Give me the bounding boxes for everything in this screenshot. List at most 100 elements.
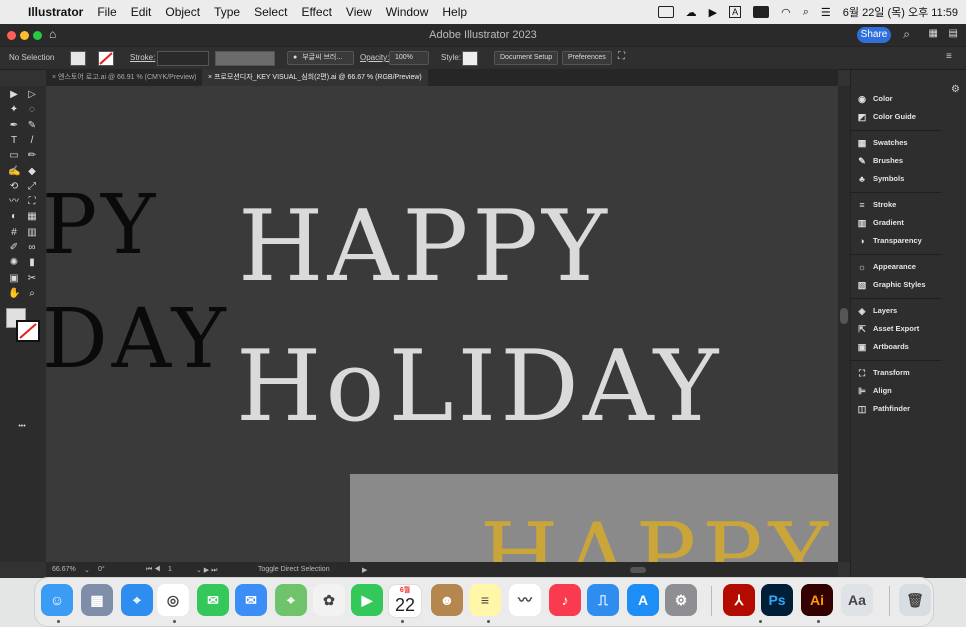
play-icon[interactable]: ▶ — [709, 6, 717, 19]
artboard-number[interactable]: 1 — [168, 566, 172, 573]
menu-file[interactable]: File — [97, 5, 116, 19]
headline-holiday[interactable]: HoLIDAY — [236, 330, 722, 444]
shaper-tool-icon[interactable]: ✍ — [8, 166, 20, 177]
menu-app-name[interactable]: Illustrator — [28, 5, 83, 19]
perspective-grid-tool-icon[interactable]: ▦ — [26, 212, 38, 222]
menu-effect[interactable]: Effect — [301, 5, 331, 19]
acrobat-icon[interactable]: ⅄ — [723, 584, 755, 616]
panel-item-symbols[interactable]: ♣ Symbols — [857, 172, 947, 186]
panel-item-stroke[interactable]: ≡ Stroke — [857, 198, 947, 212]
keynote-icon[interactable]: ⎍ — [587, 584, 619, 616]
illustrator-icon[interactable]: Ai — [801, 584, 833, 616]
artboard-next-icon[interactable]: ⌄ ▶ ⏭ — [196, 566, 217, 575]
blend-tool-icon[interactable]: ∞ — [26, 243, 38, 253]
chrome-icon[interactable]: ◎ — [157, 584, 189, 616]
app-store-icon[interactable]: A — [627, 584, 659, 616]
messages-icon[interactable]: ✉ — [197, 584, 229, 616]
column-graph-tool-icon[interactable]: ▮ — [26, 258, 38, 268]
rotate-tool-icon[interactable]: ⟲ — [8, 181, 20, 192]
finder-icon[interactable]: ☺ — [41, 584, 73, 616]
eraser-tool-icon[interactable]: ◆ — [26, 166, 38, 177]
artboard-gold[interactable]: HAPPY — [350, 474, 838, 562]
opacity-field[interactable]: 100% — [389, 51, 429, 65]
clock[interactable]: 6월 22일 (목) 오후 11:59 — [843, 4, 958, 20]
menu-edit[interactable]: Edit — [131, 5, 152, 19]
facetime-icon[interactable]: ▶ — [351, 584, 383, 616]
stroke-swatch[interactable] — [98, 51, 114, 66]
panel-item-transform[interactable]: ⛶ Transform — [857, 366, 947, 380]
photos-icon[interactable]: ✿ — [313, 584, 345, 616]
eyedropper-tool-icon[interactable]: ✐ — [8, 243, 20, 253]
artboard-tool-icon[interactable]: ▣ — [8, 273, 20, 284]
rectangle-tool-icon[interactable]: ▭ — [8, 151, 20, 161]
creative-cloud-icon[interactable]: ☁ — [686, 6, 697, 19]
variable-width-profile[interactable] — [215, 51, 275, 66]
tab-document-2[interactable]: × 프로모션디자_KEY VISUAL_심희(2편).ai @ 66.67 % … — [202, 69, 428, 86]
rotation-value[interactable]: 0° — [98, 566, 105, 573]
fill-swatch[interactable] — [70, 51, 86, 66]
vertical-scrollbar[interactable] — [838, 86, 850, 562]
notes-icon[interactable]: ≡ — [469, 584, 501, 616]
gradient-tool-icon[interactable]: ▥ — [26, 227, 38, 238]
mesh-tool-icon[interactable]: # — [8, 227, 20, 238]
spotlight-search-icon[interactable]: ⌕ — [803, 6, 809, 19]
maps-icon[interactable]: ⌖ — [275, 584, 307, 616]
panel-item-graphic-styles[interactable]: ▧ Graphic Styles — [857, 278, 947, 292]
panel-item-swatches[interactable]: ▦ Swatches — [857, 136, 947, 150]
magic-wand-tool-icon[interactable]: ✦ — [8, 105, 20, 115]
status-menu-icon[interactable]: ▶ — [362, 566, 367, 574]
menu-help[interactable]: Help — [442, 5, 467, 19]
type-tool-icon[interactable]: T — [8, 135, 20, 146]
panel-item-pathfinder[interactable]: ◫ Pathfinder — [857, 402, 947, 416]
battery-icon[interactable] — [753, 6, 770, 18]
artboard-left-text-line1[interactable]: PY — [46, 178, 159, 273]
tab-document-1[interactable]: × 엔스토어 로고.ai @ 66.91 % (CMYK/Preview) — [46, 69, 202, 86]
slice-tool-icon[interactable]: ✂ — [26, 273, 38, 284]
control-center-icon[interactable]: ☰ — [821, 6, 831, 19]
calendar-icon[interactable]: 6월 22 — [388, 584, 422, 618]
launchpad-icon[interactable]: ▦ — [81, 584, 113, 616]
menu-select[interactable]: Select — [254, 5, 287, 19]
select-similar-icon[interactable]: ⛶ — [618, 51, 625, 62]
panel-item-transparency[interactable]: ◑ Transparency — [857, 234, 947, 248]
close-tab-icon[interactable]: × — [52, 74, 56, 81]
mail-icon[interactable]: ✉ — [235, 584, 267, 616]
brush-definition-dropdown[interactable]: ● 부글씨 브러... — [287, 51, 354, 65]
panel-item-appearance[interactable]: ☼ Appearance — [857, 260, 947, 274]
zoom-tool-icon[interactable]: ⌕ — [26, 288, 38, 299]
stroke-color-box[interactable] — [16, 320, 40, 342]
symbol-sprayer-tool-icon[interactable]: ✺ — [8, 258, 20, 268]
lasso-tool-icon[interactable]: ◌ — [26, 105, 38, 115]
safari-icon[interactable]: ⌖ — [121, 584, 153, 616]
music-icon[interactable]: ♪ — [549, 584, 581, 616]
panel-item-color[interactable]: ◉ Color — [857, 92, 947, 106]
artboard-left-text-line2[interactable]: DAY — [46, 292, 230, 387]
panel-item-artboards[interactable]: ▣ Artboards — [857, 340, 947, 354]
panel-item-brushes[interactable]: ✎ Brushes — [857, 154, 947, 168]
panel-item-gradient[interactable]: ▥ Gradient — [857, 216, 947, 230]
panel-item-asset-export[interactable]: ⇱ Asset Export — [857, 322, 947, 336]
panel-options-icon[interactable]: ⚙ — [951, 84, 960, 95]
hand-tool-icon[interactable]: ✋ — [8, 288, 20, 299]
paintbrush-tool-icon[interactable]: ✏ — [26, 151, 38, 161]
input-source-icon[interactable]: A — [729, 6, 742, 18]
chevron-down-icon[interactable]: ⌄ — [84, 566, 90, 574]
panel-menu-icon[interactable]: ≡ — [946, 51, 952, 62]
opacity-label[interactable]: Opacity: — [360, 53, 389, 62]
menu-type[interactable]: Type — [214, 5, 240, 19]
arrange-documents-icon[interactable]: ▤ — [949, 28, 958, 39]
stroke-weight-field[interactable] — [157, 51, 209, 66]
wifi-icon[interactable]: ◠ — [781, 6, 791, 19]
shape-builder-tool-icon[interactable]: ◐ — [8, 212, 20, 222]
preferences-button[interactable]: Preferences — [562, 51, 612, 65]
system-settings-icon[interactable]: ⚙ — [665, 584, 697, 616]
more-tools-icon[interactable]: ••• — [16, 422, 28, 432]
selection-tool-icon[interactable]: ▶ — [8, 90, 20, 100]
graphic-style-swatch[interactable] — [462, 51, 478, 66]
free-transform-tool-icon[interactable]: ⛶ — [26, 197, 38, 207]
close-tab-icon[interactable]: × — [208, 74, 212, 81]
pen-tool-icon[interactable]: ✒ — [8, 120, 20, 131]
line-segment-tool-icon[interactable]: / — [26, 135, 38, 146]
direct-selection-tool-icon[interactable]: ▷ — [26, 90, 38, 100]
scroll-thumb[interactable] — [840, 308, 848, 324]
